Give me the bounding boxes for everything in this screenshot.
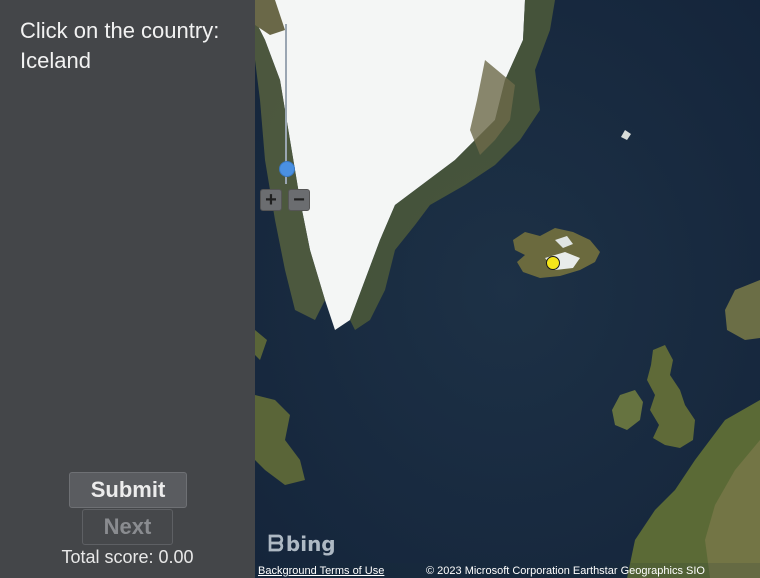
zoom-out-button[interactable]: − <box>288 189 310 211</box>
zoom-in-button[interactable]: + <box>260 189 282 211</box>
bing-b-icon: ᗷ <box>268 532 284 557</box>
map-canvas[interactable] <box>255 0 760 578</box>
submit-button[interactable]: Submit <box>69 472 187 508</box>
zoom-slider-track[interactable] <box>285 24 287 184</box>
total-score: Total score: 0.00 <box>61 547 194 567</box>
click-marker <box>546 256 560 270</box>
terms-of-use-link[interactable]: Background Terms of Use <box>258 565 384 577</box>
question-prompt: Click on the country: Iceland <box>20 18 220 73</box>
zoom-slider-handle[interactable] <box>279 161 295 177</box>
bing-logo: ᗷ bing <box>268 532 336 557</box>
satellite-map[interactable] <box>255 0 760 578</box>
next-button[interactable]: Next <box>82 509 173 545</box>
bing-logo-text: bing <box>285 532 336 556</box>
quiz-panel: Click on the country: Iceland Submit Nex… <box>0 0 255 578</box>
map-copyright: © 2023 Microsoft Corporation Earthstar G… <box>426 565 705 577</box>
